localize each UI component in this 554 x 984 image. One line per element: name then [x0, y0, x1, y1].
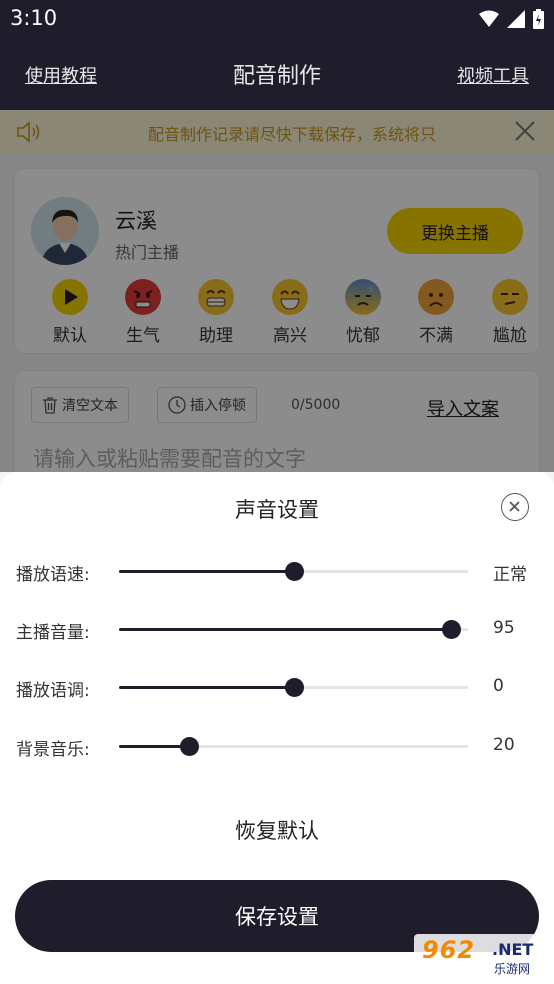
- slider-value: 20: [493, 735, 515, 755]
- slider-handle[interactable]: [179, 737, 199, 756]
- sheet-title: 声音设置: [235, 498, 319, 522]
- slider-fill: [119, 628, 451, 631]
- slider-handle[interactable]: [284, 562, 304, 581]
- status-bar: 3:10: [0, 0, 554, 38]
- slider-value: 0: [493, 676, 504, 696]
- slider-label: 播放语速:: [16, 565, 90, 585]
- slider-row-bgm: 背景音乐: 20: [0, 731, 554, 761]
- sound-settings-sheet: 声音设置 播放语速: 正常 主播音量: 95 播放语调: 0 背景音乐: 20 …: [0, 472, 554, 984]
- close-sheet-button[interactable]: [501, 493, 529, 521]
- reset-default-button[interactable]: 恢复默认: [0, 815, 554, 845]
- watermark-sub: 乐游网: [494, 962, 531, 976]
- bgm-slider[interactable]: [119, 737, 468, 756]
- watermark-logo: 962 .NET 乐游网: [414, 934, 550, 980]
- slider-value: 正常: [493, 565, 527, 585]
- slider-label: 播放语调:: [16, 681, 90, 701]
- app-header: 使用教程 配音制作 视频工具: [0, 38, 554, 110]
- signal-icon: [507, 10, 525, 28]
- slider-fill: [119, 745, 189, 748]
- slider-label: 背景音乐:: [16, 740, 90, 760]
- battery-icon: [533, 9, 544, 29]
- watermark-net: .NET: [492, 940, 534, 959]
- wifi-icon: [479, 10, 499, 27]
- slider-handle[interactable]: [284, 678, 304, 697]
- modal-overlay[interactable]: [0, 110, 554, 472]
- watermark-main: 962: [422, 936, 476, 964]
- close-circle-icon: [509, 501, 520, 512]
- slider-fill: [119, 570, 294, 573]
- system-icons: [479, 9, 544, 29]
- pitch-slider[interactable]: [119, 678, 468, 697]
- volume-slider[interactable]: [119, 620, 468, 639]
- slider-fill: [119, 686, 294, 689]
- speed-slider[interactable]: [119, 562, 468, 581]
- video-tools-link[interactable]: 视频工具: [457, 62, 529, 88]
- slider-row-volume: 主播音量: 95: [0, 614, 554, 644]
- slider-value: 95: [493, 618, 515, 638]
- slider-row-speed: 播放语速: 正常: [0, 556, 554, 586]
- slider-label: 主播音量:: [16, 623, 90, 643]
- slider-row-pitch: 播放语调: 0: [0, 672, 554, 702]
- status-time: 3:10: [10, 6, 58, 30]
- slider-handle[interactable]: [441, 620, 461, 639]
